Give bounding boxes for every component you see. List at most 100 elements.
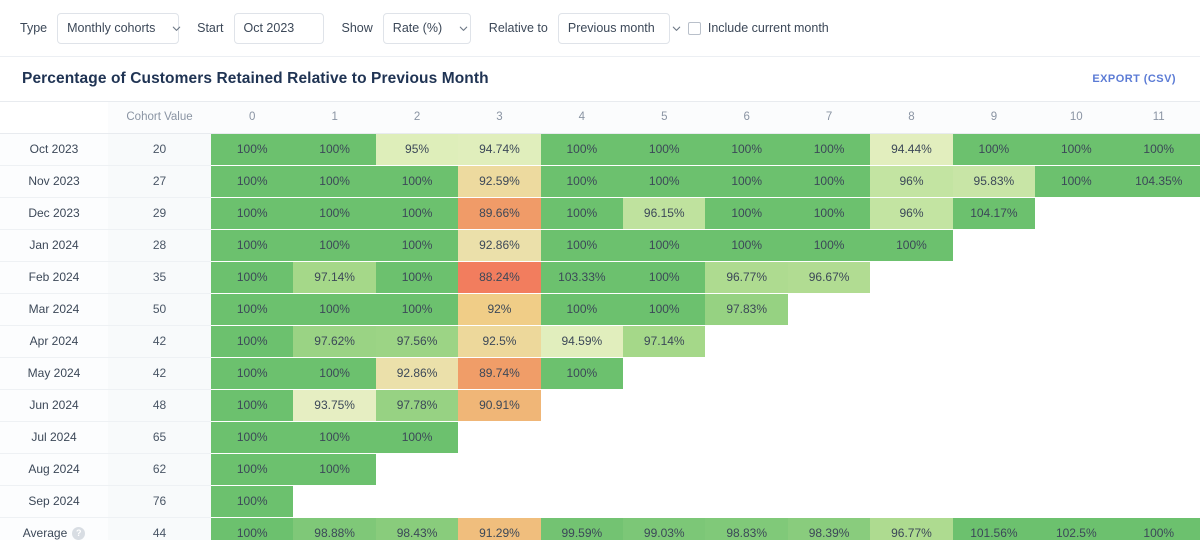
retention-cell[interactable]: 96.77%: [705, 261, 787, 293]
retention-cell[interactable]: 100%: [293, 165, 375, 197]
retention-cell[interactable]: 89.66%: [458, 197, 540, 229]
average-cell[interactable]: 96.77%: [870, 517, 952, 540]
retention-cell[interactable]: 96.67%: [788, 261, 870, 293]
retention-cell[interactable]: 100%: [1035, 165, 1117, 197]
start-date-input[interactable]: Oct 2023: [234, 13, 324, 44]
retention-cell[interactable]: 100%: [211, 485, 293, 517]
retention-cell[interactable]: 96.15%: [623, 197, 705, 229]
retention-cell[interactable]: 100%: [705, 229, 787, 261]
retention-cell[interactable]: 100%: [623, 261, 705, 293]
average-cell[interactable]: 102.5%: [1035, 517, 1117, 540]
relative-to-select[interactable]: Previous month: [558, 13, 670, 44]
retention-cell[interactable]: 100%: [211, 325, 293, 357]
checkbox-unchecked-icon[interactable]: [688, 22, 701, 35]
retention-cell[interactable]: 100%: [376, 421, 458, 453]
retention-cell[interactable]: 100%: [953, 133, 1035, 165]
retention-cell[interactable]: 92.5%: [458, 325, 540, 357]
retention-cell[interactable]: 100%: [211, 357, 293, 389]
retention-cell[interactable]: 100%: [623, 133, 705, 165]
retention-cell[interactable]: 94.74%: [458, 133, 540, 165]
retention-cell[interactable]: 100%: [705, 197, 787, 229]
average-cell[interactable]: 100%: [1118, 517, 1200, 540]
retention-cell[interactable]: 100%: [211, 165, 293, 197]
retention-cell[interactable]: 100%: [293, 133, 375, 165]
retention-cell[interactable]: 100%: [376, 165, 458, 197]
average-cell[interactable]: 98.83%: [705, 517, 787, 540]
average-cell[interactable]: 101.56%: [953, 517, 1035, 540]
average-cell[interactable]: 98.39%: [788, 517, 870, 540]
empty-cell: [458, 421, 540, 453]
average-cell[interactable]: 91.29%: [458, 517, 540, 540]
retention-cell[interactable]: 100%: [1118, 133, 1200, 165]
retention-cell[interactable]: 95.83%: [953, 165, 1035, 197]
retention-cell[interactable]: 92%: [458, 293, 540, 325]
retention-cell[interactable]: 95%: [376, 133, 458, 165]
help-circle-icon[interactable]: ?: [72, 527, 85, 540]
retention-cell[interactable]: 100%: [541, 357, 623, 389]
include-current-month-checkbox[interactable]: Include current month: [688, 21, 829, 35]
retention-cell[interactable]: 100%: [293, 357, 375, 389]
retention-cell[interactable]: 104.17%: [953, 197, 1035, 229]
retention-cell[interactable]: 97.83%: [705, 293, 787, 325]
retention-cell[interactable]: 100%: [376, 261, 458, 293]
retention-cell[interactable]: 100%: [1035, 133, 1117, 165]
retention-cell[interactable]: 100%: [211, 453, 293, 485]
retention-cell[interactable]: 88.24%: [458, 261, 540, 293]
cohort-type-select[interactable]: Monthly cohorts: [57, 13, 179, 44]
retention-cell[interactable]: 93.75%: [293, 389, 375, 421]
show-metric-select[interactable]: Rate (%): [383, 13, 471, 44]
retention-cell[interactable]: 104.35%: [1118, 165, 1200, 197]
retention-cell[interactable]: 100%: [211, 197, 293, 229]
retention-cell[interactable]: 100%: [705, 165, 787, 197]
retention-cell[interactable]: 100%: [870, 229, 952, 261]
retention-cell[interactable]: 100%: [788, 229, 870, 261]
retention-cell[interactable]: 100%: [623, 229, 705, 261]
average-cell[interactable]: 98.43%: [376, 517, 458, 540]
retention-cell[interactable]: 100%: [623, 293, 705, 325]
retention-cell[interactable]: 100%: [376, 229, 458, 261]
retention-cell[interactable]: 100%: [293, 229, 375, 261]
retention-cell[interactable]: 100%: [541, 197, 623, 229]
retention-cell[interactable]: 92.86%: [458, 229, 540, 261]
retention-cell[interactable]: 100%: [293, 197, 375, 229]
average-cell[interactable]: 99.59%: [541, 517, 623, 540]
retention-cell[interactable]: 97.62%: [293, 325, 375, 357]
retention-cell[interactable]: 92.86%: [376, 357, 458, 389]
retention-cell[interactable]: 97.56%: [376, 325, 458, 357]
retention-cell[interactable]: 100%: [211, 261, 293, 293]
retention-cell[interactable]: 97.14%: [623, 325, 705, 357]
retention-cell[interactable]: 97.14%: [293, 261, 375, 293]
retention-cell[interactable]: 100%: [541, 165, 623, 197]
average-cell[interactable]: 99.03%: [623, 517, 705, 540]
retention-cell[interactable]: 100%: [788, 133, 870, 165]
retention-cell[interactable]: 100%: [788, 165, 870, 197]
retention-cell[interactable]: 100%: [293, 421, 375, 453]
export-csv-link[interactable]: EXPORT (CSV): [1092, 73, 1176, 85]
retention-cell[interactable]: 103.33%: [541, 261, 623, 293]
retention-cell[interactable]: 100%: [211, 133, 293, 165]
retention-cell[interactable]: 94.44%: [870, 133, 952, 165]
retention-cell[interactable]: 96%: [870, 197, 952, 229]
retention-cell[interactable]: 100%: [623, 165, 705, 197]
retention-cell[interactable]: 100%: [211, 229, 293, 261]
retention-cell[interactable]: 100%: [376, 293, 458, 325]
retention-cell[interactable]: 96%: [870, 165, 952, 197]
retention-cell[interactable]: 92.59%: [458, 165, 540, 197]
retention-cell[interactable]: 100%: [541, 293, 623, 325]
retention-cell[interactable]: 100%: [788, 197, 870, 229]
retention-cell[interactable]: 100%: [293, 293, 375, 325]
retention-cell[interactable]: 100%: [211, 421, 293, 453]
average-cell[interactable]: 98.88%: [293, 517, 375, 540]
retention-cell[interactable]: 100%: [293, 453, 375, 485]
retention-cell[interactable]: 100%: [705, 133, 787, 165]
retention-cell[interactable]: 100%: [211, 293, 293, 325]
retention-cell[interactable]: 100%: [211, 389, 293, 421]
retention-cell[interactable]: 100%: [376, 197, 458, 229]
retention-cell[interactable]: 97.78%: [376, 389, 458, 421]
average-cell[interactable]: 100%: [211, 517, 293, 540]
retention-cell[interactable]: 100%: [541, 229, 623, 261]
retention-cell[interactable]: 100%: [541, 133, 623, 165]
retention-cell[interactable]: 89.74%: [458, 357, 540, 389]
retention-cell[interactable]: 94.59%: [541, 325, 623, 357]
retention-cell[interactable]: 90.91%: [458, 389, 540, 421]
